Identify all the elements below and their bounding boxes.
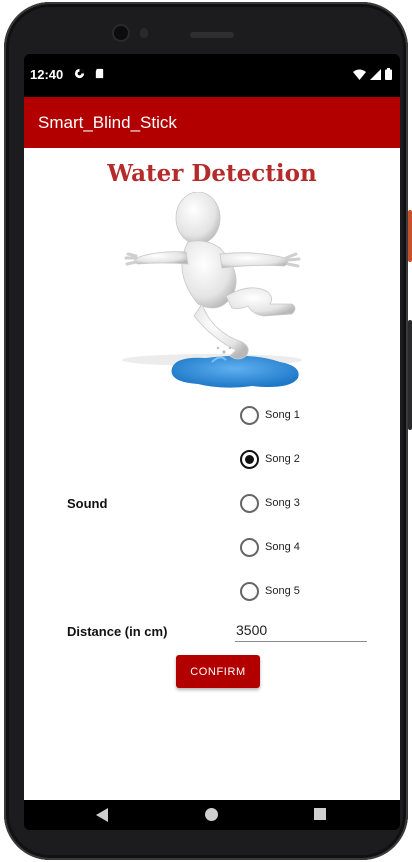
wifi-icon [353, 69, 366, 80]
volume-button [408, 320, 412, 430]
sound-label: Sound [67, 496, 108, 511]
radio-label: Song 1 [265, 409, 300, 421]
home-icon[interactable] [205, 808, 218, 821]
distance-input[interactable] [235, 619, 367, 642]
radio-label: Song 4 [265, 541, 300, 553]
radio-song-4[interactable]: Song 4 [240, 535, 300, 559]
data-saver-icon [74, 68, 85, 79]
sd-card-icon [95, 68, 104, 79]
back-icon[interactable] [96, 808, 108, 822]
status-icons [353, 68, 392, 80]
radio-button-checked[interactable] [240, 449, 259, 469]
earpiece-speaker [190, 32, 234, 38]
cellular-signal-icon [370, 68, 381, 80]
app-title: Smart_Blind_Stick [38, 113, 177, 132]
navigation-bar [24, 800, 400, 830]
screen: 12:40 Smart_Blind_Stick Water Detection … [24, 54, 400, 830]
radio-song-1[interactable]: Song 1 [240, 403, 300, 427]
radio-button[interactable] [240, 537, 259, 557]
proximity-sensor [140, 28, 148, 38]
battery-icon [385, 68, 392, 80]
status-bar: 12:40 [24, 54, 400, 96]
radio-song-3[interactable]: Song 3 [240, 491, 300, 515]
status-time: 12:40 [30, 67, 64, 82]
radio-label: Song 5 [265, 585, 300, 597]
radio-button[interactable] [240, 581, 259, 601]
slip-illustration [122, 192, 302, 388]
phone-frame: 12:40 Smart_Blind_Stick Water Detection … [4, 2, 412, 860]
confirm-button[interactable]: CONFIRM [176, 655, 260, 688]
radio-button[interactable] [240, 493, 259, 513]
radio-label: Song 3 [265, 497, 300, 509]
app-bar: Smart_Blind_Stick [24, 97, 400, 148]
page-heading: Water Detection [107, 160, 317, 187]
recents-icon[interactable] [314, 808, 326, 820]
radio-button[interactable] [240, 405, 259, 425]
radio-label: Song 2 [265, 453, 300, 465]
distance-label: Distance (in cm) [67, 624, 168, 639]
power-button [408, 210, 412, 262]
front-camera [114, 26, 128, 40]
main-content: Water Detection Song 1 Song 2 Song 3 Son… [24, 148, 400, 800]
radio-song-5[interactable]: Song 5 [240, 579, 300, 603]
radio-song-2[interactable]: Song 2 [240, 447, 300, 471]
